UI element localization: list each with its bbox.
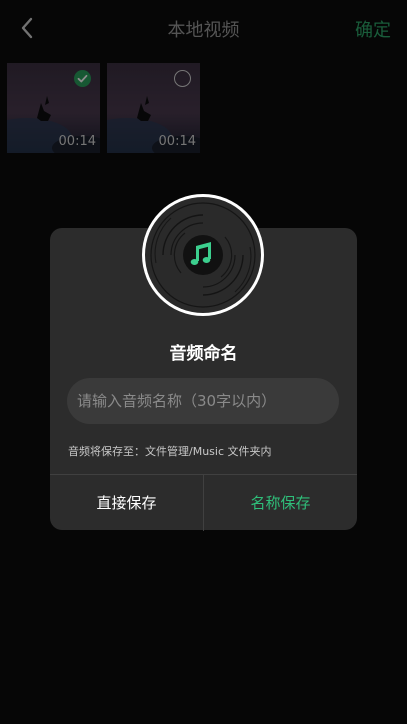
save-path-hint: 音频将保存至：文件管理/Music 文件夹内 <box>68 445 272 458</box>
direct-save-button[interactable]: 直接保存 <box>50 475 204 531</box>
name-save-button[interactable]: 名称保存 <box>204 475 357 531</box>
dialog-title: 音频命名 <box>169 344 238 364</box>
audio-name-input[interactable] <box>67 378 339 424</box>
vinyl-disc-icon <box>142 194 264 316</box>
dialog-button-row: 直接保存 名称保存 <box>50 474 357 531</box>
